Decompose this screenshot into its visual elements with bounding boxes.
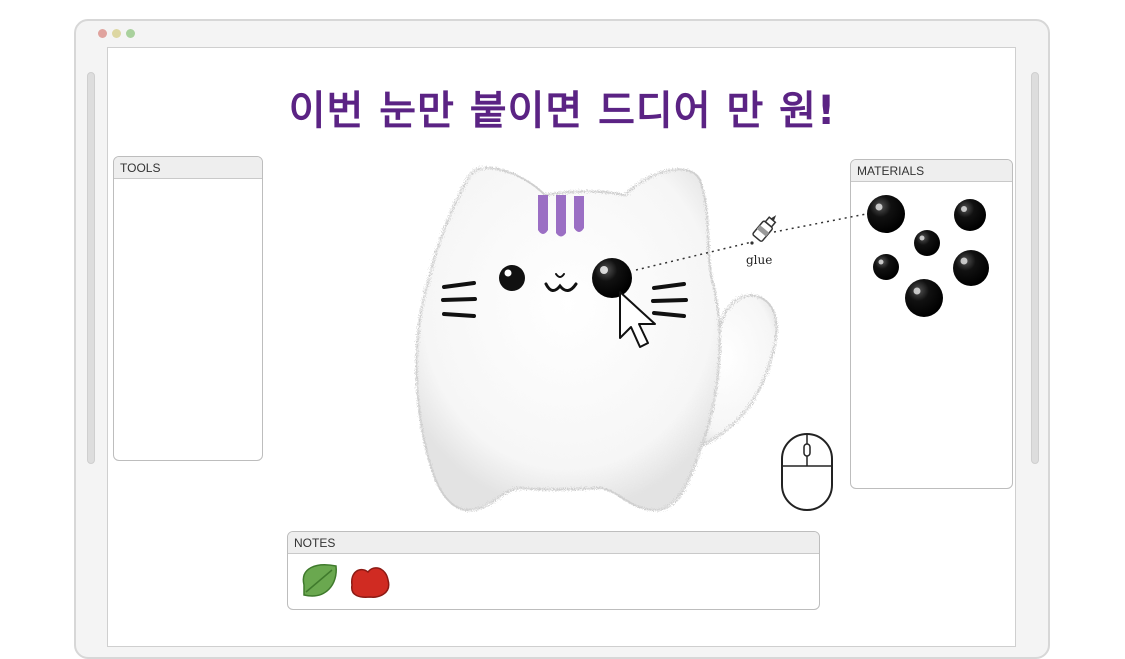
leaf-icon[interactable]	[302, 564, 337, 597]
material-eye[interactable]	[914, 230, 940, 256]
material-eye[interactable]	[873, 254, 899, 280]
red-blob-icon[interactable]	[351, 567, 390, 598]
drag-trail	[773, 213, 867, 233]
head-stripes	[538, 195, 584, 237]
cat-body	[415, 166, 721, 512]
glue-bottle-icon[interactable]	[752, 211, 780, 242]
googly-eye-being-placed[interactable]	[592, 258, 632, 298]
materials-eyes[interactable]	[867, 195, 989, 317]
material-eye[interactable]	[867, 195, 905, 233]
material-eye[interactable]	[905, 279, 943, 317]
cat-left-eye	[499, 265, 525, 291]
glue-label: glue	[746, 253, 773, 267]
cat-illustration	[302, 166, 989, 598]
material-eye[interactable]	[953, 250, 989, 286]
computer-mouse-icon	[781, 433, 833, 511]
material-eye[interactable]	[954, 199, 986, 231]
